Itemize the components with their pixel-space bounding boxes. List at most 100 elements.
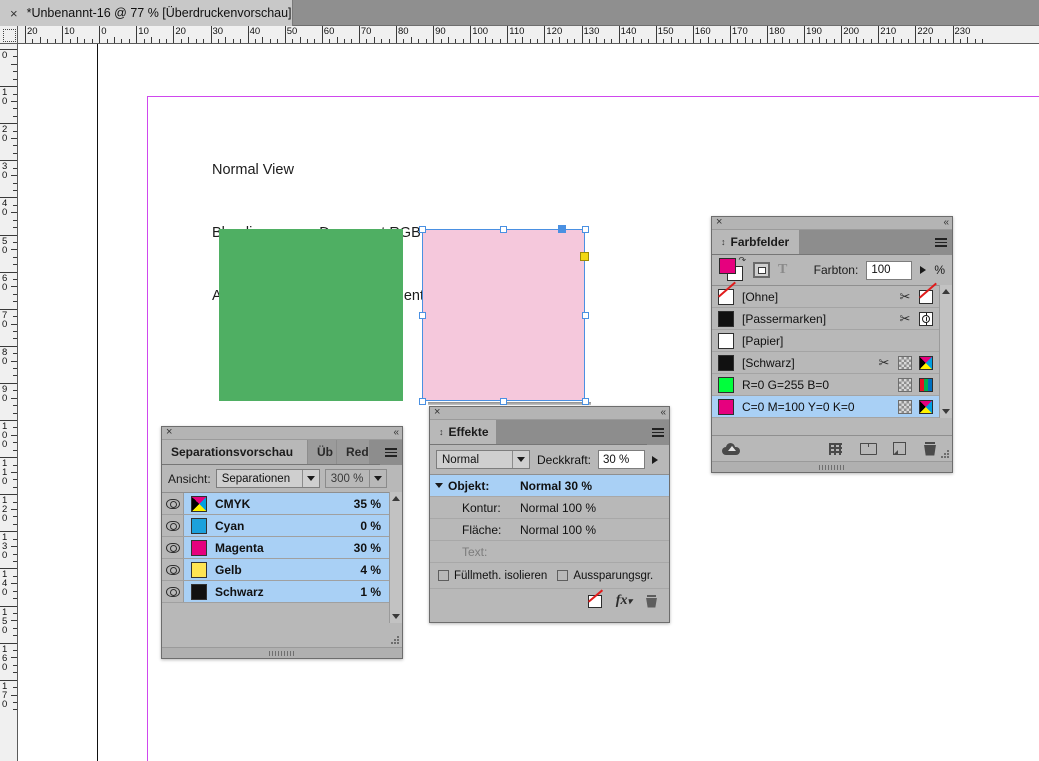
separations-ink-list[interactable]: CMYK 35 % Cyan 0 % Magenta 30 % Gelb 4 % Schwarz… — [162, 492, 389, 623]
fx-icon[interactable]: fx▾ — [616, 593, 632, 609]
swatch-libraries-menu-icon[interactable] — [829, 442, 842, 455]
opacity-stepper-icon[interactable] — [652, 455, 659, 464]
swatches-list[interactable]: [Ohne] ✂ [Passermarken] ✂ [Papier] [Schwarz] ✂… — [712, 285, 939, 418]
isolate-blending-checkbox[interactable]: Füllmeth. isolieren — [438, 570, 547, 582]
visibility-eye-icon[interactable] — [162, 559, 184, 580]
scroll-down-button[interactable] — [390, 610, 402, 623]
tint-stepper-icon[interactable] — [920, 266, 927, 274]
tab-effekte[interactable]: ↕ Effekte — [430, 420, 497, 444]
effects-stack-row[interactable]: Fläche: Normal 100 % — [430, 519, 669, 541]
magenta-transparent-rectangle[interactable] — [422, 229, 585, 401]
opacity-input[interactable]: 30 % — [598, 450, 646, 469]
separations-preview-panel[interactable]: × « Separationsvorschau Üb Red Ansicht: … — [161, 426, 403, 659]
tab-farbfelder[interactable]: ↕ Farbfelder — [712, 230, 800, 254]
effects-panel-tabs[interactable]: ↕ Effekte — [430, 420, 669, 445]
swatches-panel[interactable]: × « ↕ Farbfelder ↷ T Farbton: 100 % [Ohn… — [711, 216, 953, 473]
horizontal-ruler[interactable]: 20 10 0 10 20 30 40 50 60 70 80 90 100 110 120 130 140 15… — [18, 26, 1039, 44]
no-graphic-style-icon[interactable] — [587, 594, 602, 608]
separations-scrollbar[interactable] — [389, 492, 402, 623]
visibility-eye-icon[interactable] — [162, 515, 184, 536]
panel-menu-icon[interactable] — [647, 420, 669, 445]
fill-swatch-icon[interactable] — [719, 258, 736, 274]
swatch-row[interactable]: [Papier] — [712, 330, 939, 352]
collapse-icon[interactable]: « — [393, 426, 398, 439]
delete-swatch-icon[interactable] — [924, 441, 936, 456]
trash-icon[interactable] — [646, 594, 657, 608]
close-icon[interactable]: × — [166, 426, 172, 439]
panel-titlebar-separations[interactable]: × « — [162, 426, 402, 440]
close-icon[interactable]: × — [716, 216, 722, 229]
selection-handle-tl[interactable] — [419, 226, 426, 233]
separation-row[interactable]: Gelb 4 % — [162, 559, 389, 581]
panel-menu-icon[interactable] — [930, 230, 952, 255]
vertical-ruler[interactable]: 0 10 20 30 40 50 60 70 80 90 100 110 120 130 140 150 160… — [0, 44, 18, 761]
selection-handle-tr[interactable] — [582, 226, 589, 233]
separation-row[interactable]: Cyan 0 % — [162, 515, 389, 537]
active-anchor-point[interactable] — [558, 225, 566, 233]
close-icon[interactable]: × — [434, 406, 440, 419]
effects-stack-row[interactable]: Objekt: Normal 30 % — [430, 475, 669, 497]
close-icon[interactable]: × — [10, 7, 18, 20]
effects-stack-list[interactable]: Objekt: Normal 30 % Kontur: Normal 100 % Flä… — [430, 474, 669, 563]
cloud-libraries-icon[interactable] — [722, 442, 740, 455]
new-color-group-icon[interactable] — [860, 442, 877, 455]
selection-handle-ml[interactable] — [419, 312, 426, 319]
panel-titlebar-effects[interactable]: × « — [430, 406, 669, 420]
tab-separationsvorschau[interactable]: Separationsvorschau — [162, 440, 308, 464]
separation-row[interactable]: Magenta 30 % — [162, 537, 389, 559]
text-target-icon[interactable]: T — [778, 262, 787, 278]
blend-mode-select[interactable]: Normal — [436, 450, 530, 469]
view-mode-select[interactable]: Separationen — [215, 469, 320, 488]
document-tab[interactable]: × *Unbenannt-16 @ 77 % [Überdruckenvorsc… — [0, 0, 293, 26]
chevron-down-icon[interactable] — [512, 451, 529, 468]
ruler-origin-corner[interactable] — [0, 26, 18, 44]
resize-grip-icon[interactable] — [391, 636, 399, 644]
tint-input[interactable]: 100 — [866, 260, 913, 280]
effects-stack-row[interactable]: Kontur: Normal 100 % — [430, 497, 669, 519]
visibility-eye-icon[interactable] — [162, 537, 184, 558]
separations-panel-tabs[interactable]: Separationsvorschau Üb Red — [162, 440, 402, 465]
swatch-row[interactable]: [Schwarz] ✂ — [712, 352, 939, 374]
chevron-down-icon[interactable] — [301, 470, 319, 487]
chevron-down-icon[interactable] — [368, 470, 386, 487]
swatches-panel-tabs[interactable]: ↕ Farbfelder — [712, 230, 952, 255]
selection-handle-bc[interactable] — [500, 398, 507, 405]
scroll-down-button[interactable] — [940, 405, 952, 418]
collapse-icon[interactable]: « — [660, 406, 665, 419]
separation-row[interactable]: CMYK 35 % — [162, 493, 389, 515]
knockout-group-checkbox[interactable]: Aussparungsgr. — [557, 570, 653, 582]
swatch-row[interactable]: [Passermarken] ✂ — [712, 308, 939, 330]
selection-handle-br[interactable] — [582, 398, 589, 405]
green-rectangle[interactable] — [219, 229, 403, 401]
tab-uberdrucken[interactable]: Üb — [308, 440, 337, 464]
checkbox-icon[interactable] — [557, 570, 569, 581]
swatch-row[interactable]: C=0 M=100 Y=0 K=0 — [712, 396, 939, 418]
zoom-select[interactable]: 300 % — [324, 469, 387, 488]
swatch-color-chip[interactable] — [718, 398, 734, 415]
panel-titlebar-swatches[interactable]: × « — [712, 216, 952, 230]
disclosure-triangle-icon[interactable] — [430, 483, 448, 488]
checkbox-icon[interactable] — [438, 570, 449, 581]
swatch-color-chip[interactable] — [718, 332, 734, 349]
swatch-row[interactable]: R=0 G=255 B=0 — [712, 374, 939, 396]
swatch-row[interactable]: [Ohne] ✂ — [712, 286, 939, 308]
tab-reduzieren[interactable]: Red — [337, 440, 370, 464]
visibility-eye-icon[interactable] — [162, 581, 184, 602]
panel-footer-separations[interactable] — [162, 647, 402, 658]
swatches-scrollbar[interactable] — [939, 285, 952, 418]
separation-row[interactable]: Schwarz 1 % — [162, 581, 389, 603]
swatch-color-chip[interactable] — [718, 310, 734, 327]
live-corner-widget-handle[interactable] — [580, 252, 589, 261]
selection-handle-mr[interactable] — [582, 312, 589, 319]
visibility-eye-icon[interactable] — [162, 493, 184, 514]
selection-handle-tc[interactable] — [500, 226, 507, 233]
selection-handle-bl[interactable] — [419, 398, 426, 405]
fill-target-icon[interactable] — [753, 262, 770, 278]
collapse-icon[interactable]: « — [943, 216, 948, 229]
panel-menu-icon[interactable] — [380, 440, 402, 465]
resize-grip-icon[interactable] — [941, 450, 949, 458]
transparency-effects-panel[interactable]: × « ↕ Effekte Normal Deckkraft: 30 % Obj… — [429, 406, 670, 623]
swatch-color-chip[interactable] — [718, 354, 734, 371]
effects-stack-row[interactable]: Text: — [430, 541, 669, 563]
fill-stroke-indicator[interactable]: ↷ — [719, 256, 746, 282]
